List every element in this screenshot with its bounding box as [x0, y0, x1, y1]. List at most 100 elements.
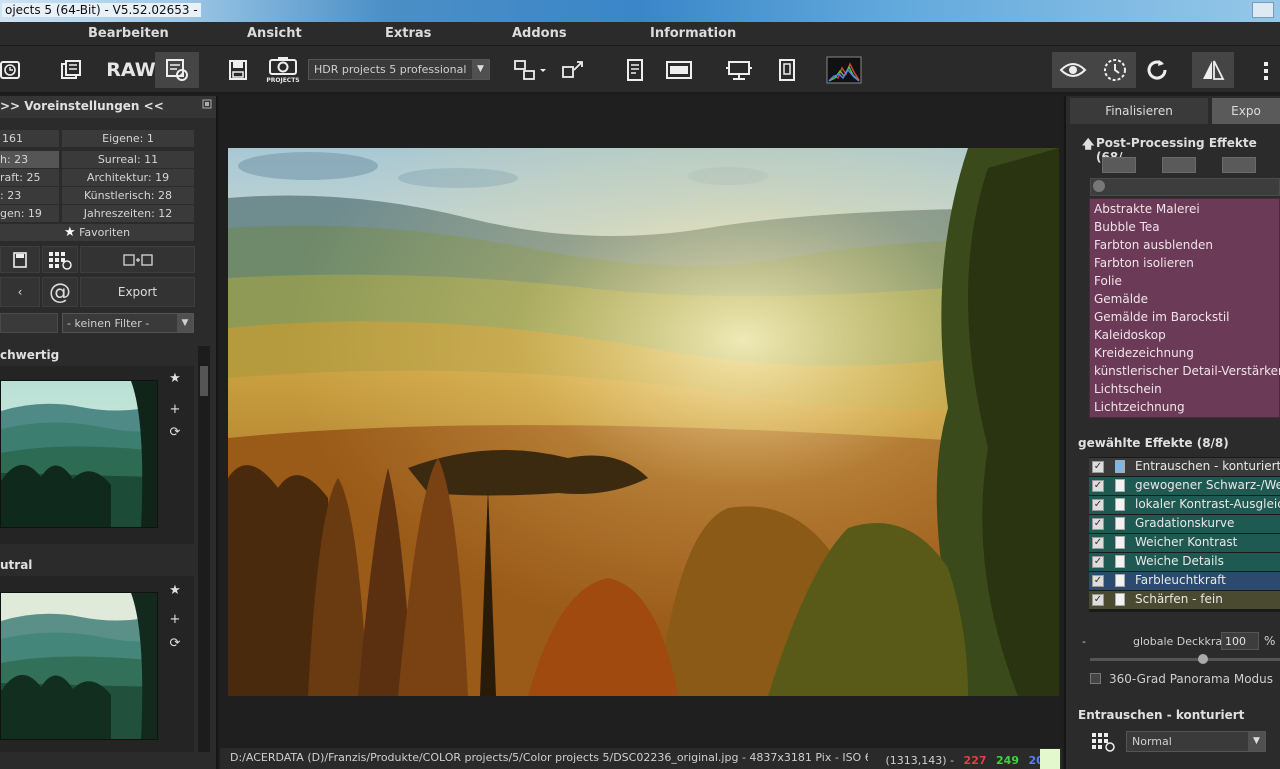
presets-scrollbar[interactable] — [198, 346, 210, 752]
favorite-star-icon[interactable]: ★ — [167, 371, 183, 386]
fullscreen-button[interactable] — [662, 52, 696, 88]
preset-select[interactable]: HDR projects 5 professional ▼ — [308, 59, 490, 80]
category-cell[interactable]: Surreal: 11 — [62, 151, 194, 168]
settings-button[interactable] — [155, 52, 199, 88]
list-item[interactable]: Bubble Tea — [1094, 220, 1160, 234]
post-processing-header[interactable]: 🡅 Post-Processing Effekte (68/ — [1078, 131, 1280, 164]
tab-finalisieren[interactable]: Finalisieren — [1070, 98, 1208, 124]
refresh-button[interactable] — [1140, 52, 1174, 88]
effects-list[interactable]: Abstrakte Malerei Bubble Tea Farbton aus… — [1089, 198, 1280, 418]
list-item[interactable]: Farbton isolieren — [1094, 256, 1194, 270]
mask-grid-button[interactable] — [1090, 731, 1116, 753]
favorite-star-icon[interactable]: ★ — [167, 583, 183, 598]
menu-bearbeiten[interactable]: Bearbeiten — [88, 26, 169, 41]
category-cell[interactable]: Architektur: 19 — [62, 169, 194, 186]
batch-button[interactable] — [56, 52, 86, 88]
effect-checkbox[interactable]: ✓ — [1092, 537, 1104, 549]
category-cell[interactable]: : 23 — [0, 187, 59, 204]
raw-button[interactable]: RAW — [106, 52, 155, 88]
list-item[interactable]: ✓ gewogener Schwarz-/Wei — [1089, 477, 1280, 495]
opacity-slider[interactable] — [1090, 658, 1280, 661]
effect-checkbox[interactable]: ✓ — [1092, 480, 1104, 492]
view-compact-button[interactable] — [1222, 157, 1256, 173]
histogram-button[interactable] — [824, 52, 864, 88]
menu-information[interactable]: Information — [650, 26, 736, 41]
view-split-button[interactable] — [1162, 157, 1196, 173]
list-item[interactable]: Lichtschein — [1094, 382, 1162, 396]
import-button[interactable]: ‹ — [0, 277, 40, 307]
list-item[interactable]: ✓ Weicher Kontrast — [1089, 534, 1280, 552]
effect-search-input[interactable] — [1090, 178, 1280, 196]
save-preset-button[interactable] — [0, 246, 40, 273]
effect-checkbox[interactable]: ✓ — [1092, 499, 1104, 511]
list-item[interactable]: Gemälde — [1094, 292, 1148, 306]
list-item[interactable]: ✓ lokaler Kontrast-Ausgleich — [1089, 496, 1280, 514]
menu-addons[interactable]: Addons — [512, 26, 567, 41]
opacity-input[interactable]: 100 — [1221, 632, 1259, 650]
category-cell[interactable]: Jahreszeiten: 12 — [62, 205, 194, 222]
photo-preview[interactable] — [228, 148, 1059, 696]
preset-thumbnail[interactable] — [0, 380, 158, 528]
email-button[interactable]: @ — [42, 277, 78, 307]
print-button[interactable] — [620, 52, 650, 88]
list-item[interactable]: ✓ Gradationskurve — [1089, 515, 1280, 533]
list-item[interactable]: Kreidezeichnung — [1094, 346, 1194, 360]
add-icon[interactable]: + — [167, 402, 183, 417]
panel-float-icon[interactable] — [202, 99, 212, 109]
list-item[interactable]: ✓ Schärfen - fein — [1089, 591, 1280, 609]
transfer-button[interactable] — [558, 52, 588, 88]
category-cell[interactable]: h: 23 — [0, 151, 59, 168]
list-item[interactable]: Farbton ausblenden — [1094, 238, 1213, 252]
compare-button[interactable] — [508, 52, 550, 88]
preset-thumbnail[interactable] — [0, 592, 158, 740]
presets-header[interactable]: >> Voreinstellungen << — [0, 96, 216, 118]
category-cell[interactable]: gen: 19 — [0, 205, 59, 222]
apply-icon[interactable]: ⟳ — [167, 425, 183, 440]
blend-mode-select[interactable]: Normal ▼ — [1126, 731, 1266, 752]
tab-export[interactable]: Expo — [1212, 98, 1280, 124]
effect-checkbox[interactable]: ✓ — [1092, 556, 1104, 568]
list-item[interactable]: Gemälde im Barockstil — [1094, 310, 1229, 324]
projects-button[interactable]: PROJECTS — [264, 52, 302, 88]
opacity-slider-handle[interactable] — [1198, 654, 1208, 664]
preset-search-input[interactable] — [0, 313, 58, 333]
chevron-down-icon[interactable]: ▼ — [1248, 732, 1265, 751]
list-item[interactable]: ✓ Farbleuchtkraft — [1089, 572, 1280, 590]
export-presets-button[interactable]: Export — [80, 277, 195, 307]
category-cell[interactable]: Künstlerisch: 28 — [62, 187, 194, 204]
effect-checkbox[interactable]: ✓ — [1092, 518, 1104, 530]
mirror-button[interactable] — [1192, 52, 1234, 88]
category-cell[interactable]: raft: 25 — [0, 169, 59, 186]
effect-checkbox[interactable]: ✓ — [1092, 461, 1104, 473]
menu-ansicht[interactable]: Ansicht — [247, 26, 302, 41]
more-button[interactable] — [1252, 52, 1280, 88]
effect-checkbox[interactable]: ✓ — [1092, 594, 1104, 606]
selected-effects-list[interactable]: ✓ Entrauschen - konturiert ✓ gewogener Schw… — [1089, 457, 1280, 612]
view-list-button[interactable] — [1102, 157, 1136, 173]
info-button[interactable] — [774, 52, 800, 88]
list-item[interactable]: Abstrakte Malerei — [1094, 202, 1200, 216]
preview-toggle-button[interactable] — [1052, 52, 1094, 88]
list-item[interactable]: Folie — [1094, 274, 1122, 288]
minimize-button[interactable] — [1252, 2, 1274, 18]
apply-icon[interactable]: ⟳ — [167, 636, 183, 651]
preset-grid-button[interactable] — [42, 246, 78, 273]
list-item[interactable]: Kaleidoskop — [1094, 328, 1166, 342]
combine-presets-button[interactable] — [80, 246, 195, 273]
category-cell[interactable]: 161 — [0, 130, 59, 147]
list-item[interactable]: ✓ Weiche Details — [1089, 553, 1280, 571]
list-item[interactable]: künstlerischer Detail-Verstärker — [1094, 364, 1280, 378]
history-button[interactable] — [0, 52, 22, 88]
menu-extras[interactable]: Extras — [385, 26, 431, 41]
favorites-filter[interactable]: ★ Favoriten — [0, 224, 194, 241]
auto-update-button[interactable] — [1094, 52, 1136, 88]
category-cell[interactable]: Eigene: 1 — [62, 130, 194, 147]
save-button[interactable] — [224, 52, 252, 88]
filter-select[interactable]: - keinen Filter - ▼ — [62, 313, 194, 333]
effect-checkbox[interactable]: ✓ — [1092, 575, 1104, 587]
list-item[interactable]: ✓ Entrauschen - konturiert — [1089, 458, 1280, 476]
chevron-down-icon[interactable]: ▼ — [472, 60, 489, 79]
list-item[interactable]: Lichtzeichnung — [1094, 400, 1185, 414]
chevron-down-icon[interactable]: ▼ — [177, 314, 193, 332]
add-icon[interactable]: + — [167, 612, 183, 627]
